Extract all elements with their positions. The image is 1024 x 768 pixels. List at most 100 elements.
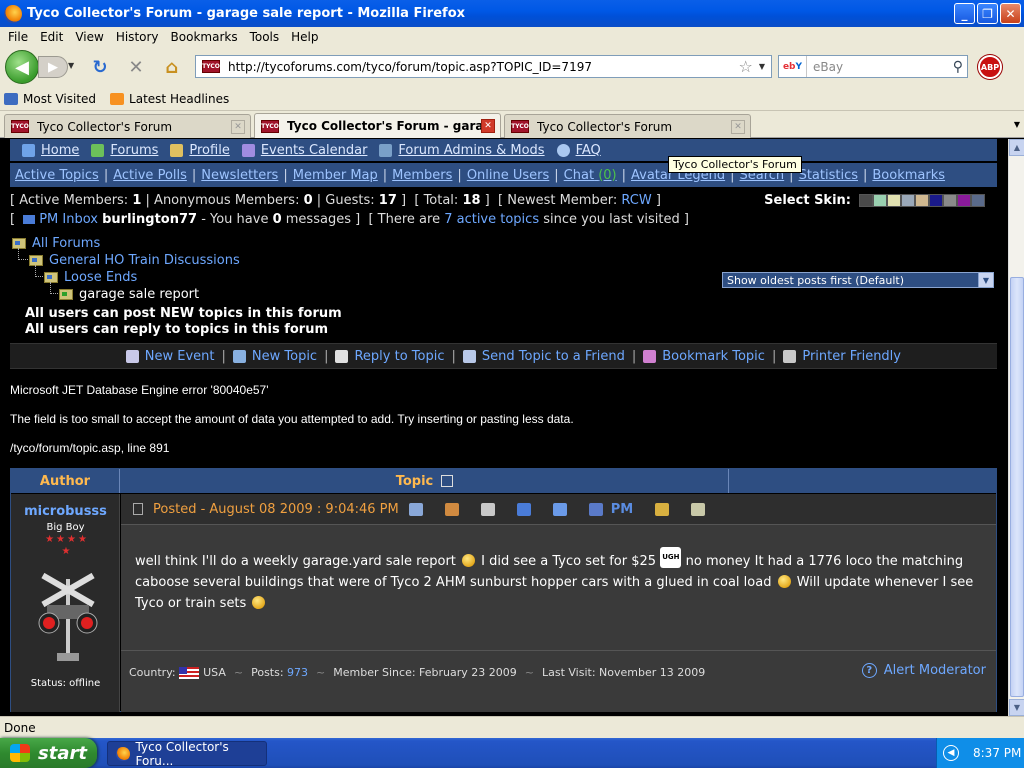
reply-quote-icon[interactable] — [691, 502, 706, 516]
scroll-thumb[interactable] — [1010, 277, 1024, 697]
bookmark-latest-headlines[interactable]: Latest Headlines — [110, 92, 229, 106]
menu-bookmarks[interactable]: Bookmarks — [165, 30, 244, 44]
reply-to-topic-button[interactable]: Reply to Topic — [335, 349, 445, 364]
menu-help[interactable]: Help — [285, 30, 324, 44]
home-icon[interactable]: ⌂ — [161, 56, 183, 78]
link-active-topics[interactable]: Active Topics — [15, 168, 99, 183]
search-icon[interactable]: ⚲ — [953, 59, 963, 75]
skin-swatch[interactable] — [873, 194, 887, 207]
nav-events-calendar[interactable]: Events Calendar — [241, 143, 367, 158]
active-topics-link[interactable]: 7 active topics — [444, 212, 539, 227]
start-button[interactable]: start — [0, 738, 97, 768]
newest-member-link[interactable]: RCW — [621, 193, 651, 208]
skin-swatch[interactable] — [943, 194, 957, 207]
link-chat[interactable]: Chat (0) — [564, 168, 617, 183]
tab-3[interactable]: TYCO Tyco Collector's Forum ✕ — [504, 114, 751, 138]
menu-edit[interactable]: Edit — [34, 30, 69, 44]
breadcrumb-all-forums[interactable]: All Forums — [32, 236, 100, 251]
pm-inbox-link[interactable]: PM Inbox — [39, 212, 98, 227]
tab-list-icon[interactable]: ▼ — [1014, 120, 1020, 129]
pm-button[interactable]: PM — [611, 502, 633, 517]
link-bookmarks[interactable]: Bookmarks — [872, 168, 945, 183]
back-button[interactable]: ◀ — [5, 50, 39, 84]
breadcrumb-forum[interactable]: Loose Ends — [64, 270, 137, 285]
scroll-down-icon[interactable]: ▼ — [1009, 699, 1024, 716]
bookmark-most-visited[interactable]: Most Visited — [4, 92, 96, 106]
skin-swatch[interactable] — [887, 194, 901, 207]
taskbar-firefox-item[interactable]: Tyco Collector's Foru... — [107, 740, 267, 768]
maximize-button[interactable]: ❐ — [977, 3, 998, 24]
page-scrollbar[interactable]: ▲ ▼ — [1008, 139, 1024, 716]
scroll-up-icon[interactable]: ▲ — [1009, 139, 1024, 156]
tab-1[interactable]: TYCO Tyco Collector's Forum ✕ — [4, 114, 251, 138]
url-text[interactable]: http://tycoforums.com/tyco/forum/topic.a… — [228, 60, 592, 74]
topic-options-icon[interactable] — [441, 475, 454, 487]
new-event-button[interactable]: New Event — [125, 349, 215, 364]
chevron-down-icon[interactable]: ▼ — [978, 273, 993, 287]
reload-icon[interactable]: ↻ — [89, 56, 111, 78]
link-statistics[interactable]: Statistics — [799, 168, 858, 183]
icq-icon[interactable] — [552, 502, 567, 516]
tab-close-icon[interactable]: ✕ — [231, 119, 245, 134]
skin-swatch[interactable] — [915, 194, 929, 207]
nav-faq[interactable]: FAQ — [556, 143, 601, 158]
post-order-select[interactable]: Show oldest posts first (Default) ▼ — [722, 272, 994, 288]
aim-icon[interactable] — [516, 502, 531, 516]
nav-forums[interactable]: Forums — [91, 143, 158, 158]
skin-swatch[interactable] — [859, 194, 873, 207]
profile-icon[interactable] — [444, 502, 459, 516]
skin-swatch[interactable] — [971, 194, 985, 207]
tab-close-icon[interactable]: ✕ — [481, 119, 495, 133]
menu-tools[interactable]: Tools — [244, 30, 286, 44]
skin-swatch[interactable] — [957, 194, 971, 207]
adblock-icon[interactable]: ABP — [978, 55, 1002, 79]
chevron-left-icon[interactable]: ◀ — [943, 745, 959, 761]
member-since: Member Since: February 23 2009 — [333, 666, 517, 679]
quote-icon[interactable] — [655, 502, 670, 516]
menu-view[interactable]: View — [69, 30, 109, 44]
link-newsletters[interactable]: Newsletters — [201, 168, 278, 183]
send-topic-button[interactable]: Send Topic to a Friend — [462, 349, 625, 364]
tab-2-active[interactable]: TYCO Tyco Collector's Forum - garage ...… — [254, 113, 501, 138]
topic-action-bar: New Event | New Topic | Reply to Topic | Se… — [10, 343, 997, 369]
post-order-value: Show oldest posts first (Default) — [727, 273, 905, 287]
new-topic-button[interactable]: New Topic — [232, 349, 317, 364]
skin-swatch[interactable] — [929, 194, 943, 207]
edit-icon[interactable] — [408, 502, 423, 516]
nav-admins-mods[interactable]: Forum Admins & Mods — [379, 143, 545, 158]
forward-button[interactable]: ▶ — [38, 56, 68, 78]
bookmark-topic-button[interactable]: Bookmark Topic — [643, 349, 765, 364]
menu-file[interactable]: File — [2, 30, 34, 44]
email-icon[interactable] — [480, 502, 495, 516]
bookmark-star-icon[interactable]: ☆ — [739, 57, 753, 76]
error-location: /tyco/forum/topic.asp, line 891 — [10, 441, 170, 455]
search-input[interactable]: eBay — [813, 60, 843, 74]
author-posts-count[interactable]: 973 — [287, 666, 308, 679]
username: burlington77 — [102, 212, 198, 227]
link-active-polls[interactable]: Active Polls — [113, 168, 187, 183]
minimize-button[interactable]: _ — [954, 3, 975, 24]
history-dropdown-icon[interactable]: ▼ — [68, 61, 74, 70]
url-dropdown-icon[interactable]: ▼ — [759, 62, 765, 71]
address-bar[interactable]: TYCO http://tycoforums.com/tyco/forum/to… — [195, 55, 772, 78]
author-name-link[interactable]: microbusss — [11, 504, 120, 519]
tab-close-icon[interactable]: ✕ — [731, 119, 745, 134]
nav-home[interactable]: Home — [22, 143, 79, 158]
yahoo-icon[interactable] — [588, 502, 603, 516]
breadcrumb-category[interactable]: General HO Train Discussions — [49, 253, 240, 268]
tab-label: Tyco Collector's Forum — [537, 119, 673, 134]
link-member-map[interactable]: Member Map — [293, 168, 378, 183]
menu-history[interactable]: History — [110, 30, 165, 44]
skin-selector: Select Skin: — [764, 193, 985, 208]
search-engine-icon[interactable]: eb Y — [779, 56, 807, 77]
author-details: Country: USA ~ Posts: 973 ~ Member Since… — [129, 666, 706, 679]
nav-profile[interactable]: Profile — [170, 143, 230, 158]
printer-friendly-button[interactable]: Printer Friendly — [783, 349, 901, 364]
search-bar[interactable]: eb Y eBay ⚲ — [778, 55, 968, 78]
link-members[interactable]: Members — [392, 168, 452, 183]
stop-icon[interactable]: ✕ — [125, 56, 147, 78]
close-window-button[interactable]: ✕ — [1000, 3, 1021, 24]
alert-moderator-link[interactable]: ? Alert Moderator — [861, 663, 986, 678]
skin-swatch[interactable] — [901, 194, 915, 207]
link-online-users[interactable]: Online Users — [467, 168, 549, 183]
